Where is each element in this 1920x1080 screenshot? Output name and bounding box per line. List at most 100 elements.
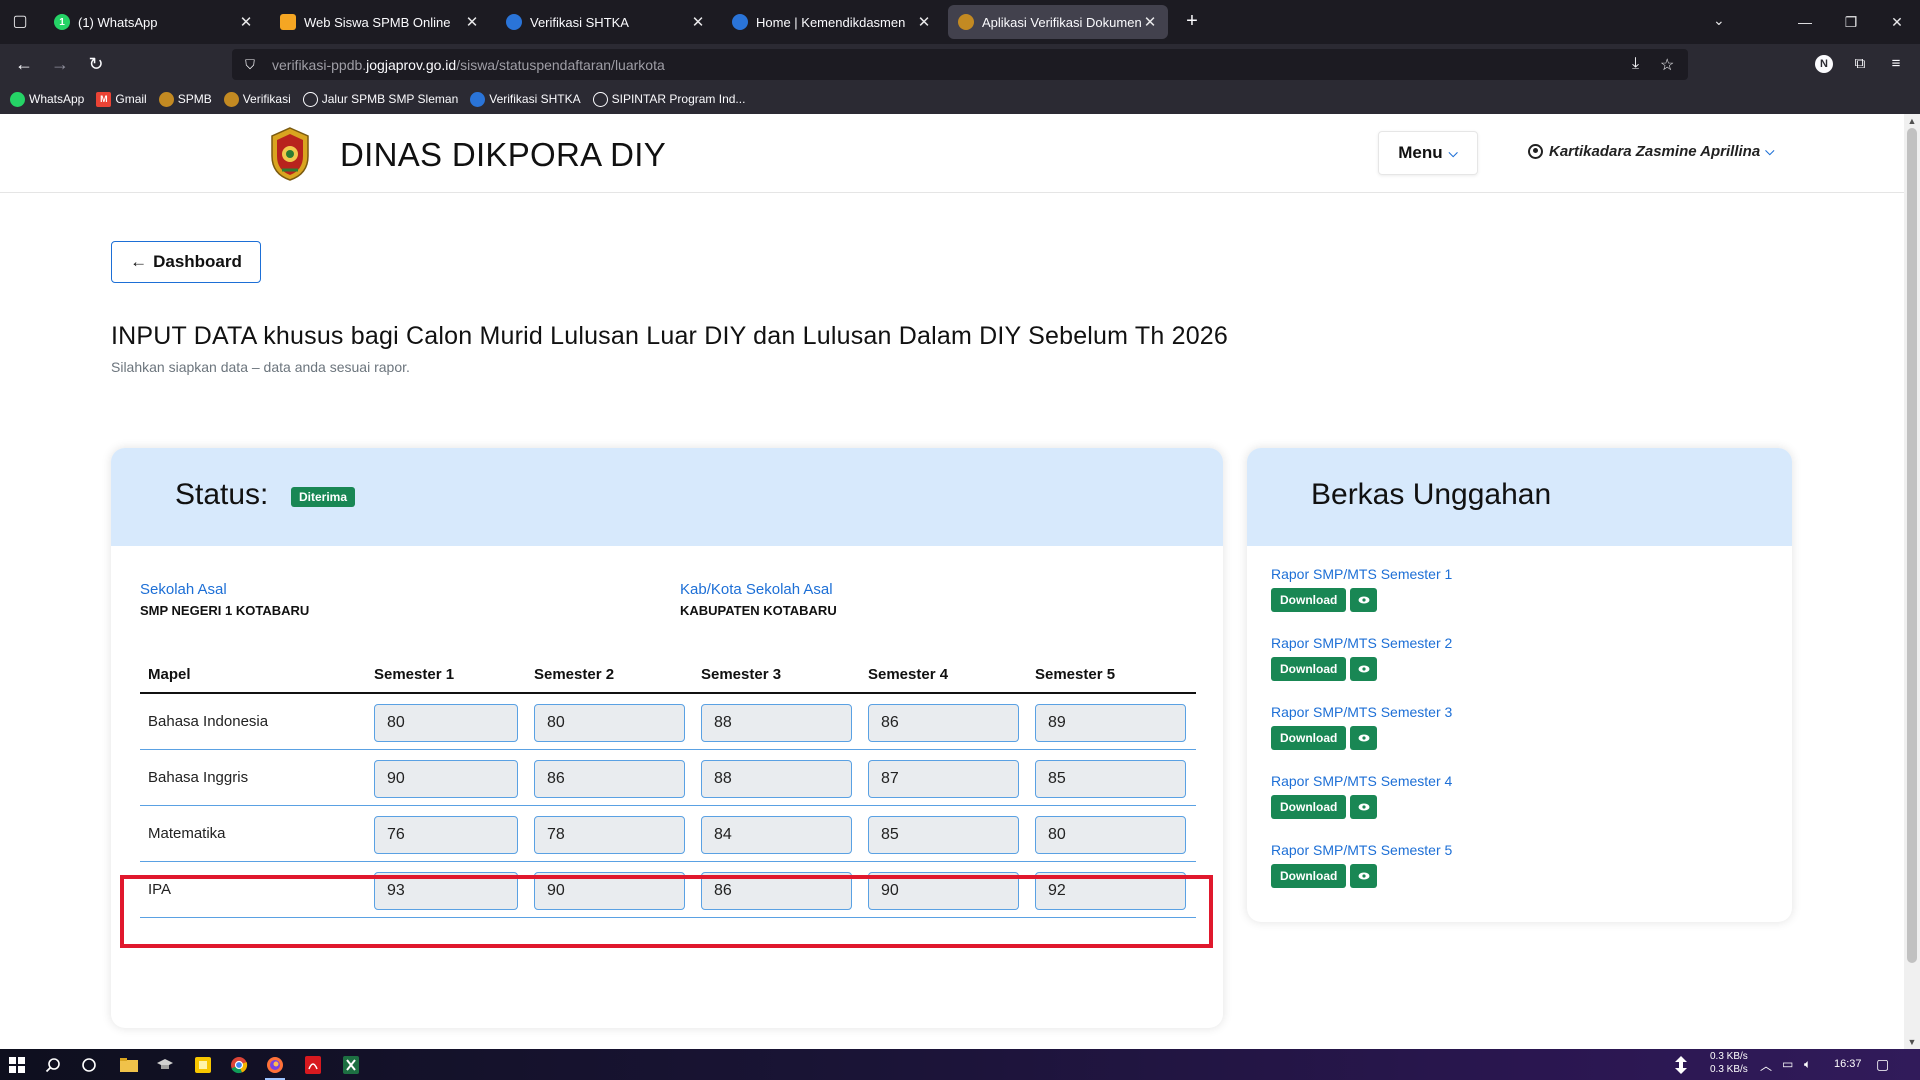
network-icon[interactable]: ▭ <box>1782 1057 1793 1071</box>
back-arrow-icon[interactable]: ← <box>12 52 36 76</box>
globe-icon <box>302 91 318 107</box>
status-card-header: Status: Diterima <box>111 448 1223 546</box>
dashboard-back-button[interactable]: ← Dashboard <box>111 241 261 283</box>
grade-field[interactable]: 76 <box>374 816 518 854</box>
berkas-link[interactable]: Rapor SMP/MTS Semester 2 <box>1271 635 1671 651</box>
minimize-icon[interactable]: — <box>1782 0 1828 44</box>
url-prefix: verifikasi-ppdb. <box>272 56 367 73</box>
bookmark-spmb[interactable]: SPMB <box>158 91 212 107</box>
url-text[interactable]: verifikasi-ppdb.jogjaprov.go.id/siswa/st… <box>272 57 665 73</box>
extension-n-icon[interactable]: N <box>1812 52 1836 76</box>
hamburger-menu-icon[interactable]: ≡ <box>1884 52 1908 76</box>
close-icon[interactable]: ✕ <box>1142 13 1158 31</box>
window-close-icon[interactable]: ✕ <box>1874 0 1920 44</box>
bookmark-verifikasi-shtka[interactable]: Verifikasi SHTKA <box>470 91 581 107</box>
site-brand-title[interactable]: DINAS DIKPORA DIY <box>340 136 666 174</box>
menu-dropdown-button[interactable]: Menu ⌵ <box>1378 131 1478 175</box>
graduation-app-icon[interactable] <box>152 1053 178 1077</box>
grade-field[interactable]: 87 <box>868 760 1019 798</box>
scrollbar-thumb[interactable] <box>1907 128 1917 963</box>
user-circle-icon <box>1528 144 1543 159</box>
download-button[interactable]: Download <box>1271 864 1347 888</box>
close-icon[interactable]: ✕ <box>238 13 254 31</box>
chrome-icon[interactable] <box>226 1053 252 1077</box>
berkas-link[interactable]: Rapor SMP/MTS Semester 3 <box>1271 704 1671 720</box>
list-all-tabs-icon[interactable]: ⌄ <box>1713 12 1725 29</box>
dikpora-logo[interactable] <box>268 126 312 182</box>
grade-field[interactable]: 85 <box>868 816 1019 854</box>
close-icon[interactable]: ✕ <box>464 13 480 31</box>
download-button[interactable]: Download <box>1271 726 1347 750</box>
berkas-actions: Download <box>1271 657 1378 681</box>
grade-field[interactable]: 88 <box>701 704 852 742</box>
browser-tab-whatsapp[interactable]: 1 (1) WhatsApp ✕ <box>44 5 264 39</box>
grade-field[interactable]: 85 <box>1035 760 1186 798</box>
notification-icon[interactable]: ▢ <box>1876 1056 1889 1073</box>
close-icon[interactable]: ✕ <box>690 13 706 31</box>
browser-tab-shtka[interactable]: Verifikasi SHTKA ✕ <box>496 5 716 39</box>
grade-field[interactable]: 90 <box>374 760 518 798</box>
grade-field[interactable]: 86 <box>868 704 1019 742</box>
table-row: Bahasa Indonesia 80 80 88 86 89 <box>140 694 1196 750</box>
reload-icon[interactable]: ↻ <box>84 52 108 76</box>
grade-field[interactable]: 84 <box>701 816 852 854</box>
view-eye-button[interactable] <box>1350 726 1378 750</box>
search-icon[interactable] <box>40 1053 66 1077</box>
scroll-down-icon[interactable]: ▼ <box>1904 1037 1920 1047</box>
url-path: /siswa/statuspendaftaran/luarkota <box>456 56 665 73</box>
grade-field[interactable]: 88 <box>701 760 852 798</box>
acrobat-icon[interactable] <box>300 1053 326 1077</box>
close-icon[interactable]: ✕ <box>916 13 932 31</box>
excel-icon[interactable] <box>338 1053 364 1077</box>
whatsapp-badge-icon: 1 <box>54 14 70 30</box>
scroll-up-icon[interactable]: ▲ <box>1904 116 1920 126</box>
view-eye-button[interactable] <box>1350 864 1378 888</box>
page-scrollbar[interactable]: ▲ ▼ <box>1904 114 1920 1049</box>
grade-field[interactable]: 80 <box>534 704 685 742</box>
browser-tab-kemendikdasmen[interactable]: Home | Kemendikdasmen ✕ <box>722 5 942 39</box>
download-button[interactable]: Download <box>1271 588 1347 612</box>
bookmark-star-icon[interactable]: ☆ <box>1660 55 1674 75</box>
browser-tab-spmb[interactable]: Web Siswa SPMB Online ✕ <box>270 5 490 39</box>
sticky-notes-icon[interactable] <box>190 1053 216 1077</box>
view-eye-button[interactable] <box>1350 795 1378 819</box>
bookmark-sipintar[interactable]: SIPINTAR Program Ind... <box>592 91 745 107</box>
url-bar[interactable]: ⛉ verifikasi-ppdb.jogjaprov.go.id/siswa/… <box>232 49 1688 80</box>
city-origin-value: KABUPATEN KOTABARU <box>680 603 837 618</box>
browser-tab-aplikasi-verifikasi[interactable]: Aplikasi Verifikasi Dokumen da ✕ <box>948 5 1168 39</box>
save-page-icon[interactable]: ⤓ <box>1632 55 1639 73</box>
user-dropdown[interactable]: Kartikadara Zasmine Aprillina ⌵ <box>1528 143 1774 160</box>
grade-field[interactable]: 86 <box>534 760 685 798</box>
berkas-link[interactable]: Rapor SMP/MTS Semester 5 <box>1271 842 1671 858</box>
grade-field[interactable]: 80 <box>1035 816 1186 854</box>
berkas-link[interactable]: Rapor SMP/MTS Semester 1 <box>1271 566 1671 582</box>
extensions-puzzle-icon[interactable]: ⧉ <box>1848 52 1872 76</box>
bookmark-whatsapp[interactable]: WhatsApp <box>10 91 84 107</box>
grade-field[interactable]: 78 <box>534 816 685 854</box>
download-button[interactable]: Download <box>1271 657 1347 681</box>
cortana-icon[interactable] <box>76 1053 102 1077</box>
bookmark-gmail[interactable]: M Gmail <box>96 91 147 107</box>
chevron-up-icon[interactable]: ︿ <box>1760 1057 1772 1074</box>
volume-icon[interactable]: 🔈︎ <box>1804 1057 1811 1072</box>
view-eye-button[interactable] <box>1350 657 1378 681</box>
eye-icon <box>1358 803 1370 811</box>
tab-overview-icon[interactable]: ▢ <box>8 10 32 34</box>
site-security-icon[interactable]: ⛉ <box>240 57 260 73</box>
view-eye-button[interactable] <box>1350 588 1378 612</box>
restore-icon[interactable]: ❐ <box>1828 0 1874 44</box>
table-row: Matematika 76 78 84 85 80 <box>140 806 1196 862</box>
forward-arrow-icon[interactable]: → <box>48 52 72 76</box>
grade-field[interactable]: 80 <box>374 704 518 742</box>
file-explorer-icon[interactable] <box>116 1053 142 1077</box>
firefox-icon[interactable] <box>262 1053 288 1080</box>
windows-start-icon[interactable] <box>4 1053 30 1077</box>
grade-field[interactable]: 89 <box>1035 704 1186 742</box>
new-tab-button[interactable]: + <box>1180 10 1204 34</box>
berkas-list: Rapor SMP/MTS Semester 1 Download Rapor … <box>1271 566 1671 911</box>
bookmark-jalur-spmb[interactable]: Jalur SPMB SMP Sleman <box>302 91 458 107</box>
clock-time[interactable]: 16:37 <box>1834 1058 1862 1070</box>
berkas-link[interactable]: Rapor SMP/MTS Semester 4 <box>1271 773 1671 789</box>
bookmark-verifikasi[interactable]: Verifikasi <box>223 91 291 107</box>
download-button[interactable]: Download <box>1271 795 1347 819</box>
